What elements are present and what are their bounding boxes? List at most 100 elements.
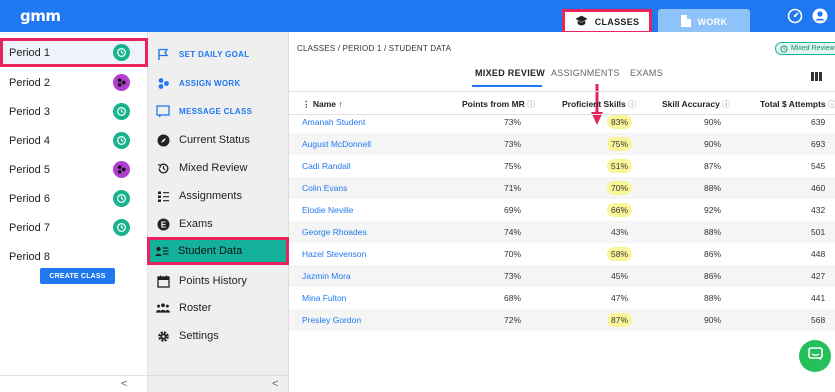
message-icon [156, 104, 170, 118]
table-row[interactable]: August McDonnell 73% 75% 90% 693 [289, 133, 835, 155]
attempts-cell: 427 [811, 271, 826, 281]
proficient-cell: 58% [607, 247, 633, 261]
menu-item-exams[interactable]: E Exams [148, 210, 289, 238]
accuracy-cell: 90% [704, 139, 722, 149]
period-item-7[interactable]: Period 7 [0, 213, 148, 242]
message-class-button[interactable]: MESSAGE CLASS [148, 97, 289, 125]
column-header-name[interactable]: ⋮ Name ↑ [302, 99, 343, 110]
app-window: gmm CLASSES WORK Period 1 Period 2 Perio… [0, 0, 835, 392]
mixed-review-badge[interactable]: Mixed Review [775, 42, 835, 55]
set-daily-goal-button[interactable]: SET DAILY GOAL [148, 40, 289, 68]
menu-item-assignments[interactable]: Assignments [148, 182, 289, 210]
assign-work-button[interactable]: ASSIGN WORK [148, 69, 289, 97]
tab-exams[interactable]: EXAMS [630, 68, 663, 78]
student-name-link[interactable]: George Rhoades [302, 227, 367, 237]
student-name-link[interactable]: Mina Fulton [302, 293, 346, 303]
menu-item-roster[interactable]: Roster [148, 294, 289, 322]
periods-footer: < [0, 375, 148, 392]
menu-item-mixed-review[interactable]: Mixed Review [148, 154, 289, 182]
period-item-2[interactable]: Period 2 [0, 68, 148, 97]
points-cell: 75% [504, 161, 522, 171]
header-accuracy-label: Skill Accuracy [662, 99, 720, 109]
period-label: Period 5 [9, 163, 50, 176]
accuracy-cell: 88% [704, 293, 722, 303]
collapse-menu-icon[interactable]: < [272, 378, 278, 390]
table-row[interactable]: Presley Gordon 72% 87% 90% 568 [289, 309, 835, 331]
table-row[interactable]: George Rhoades 74% 43% 88% 501 [289, 221, 835, 243]
table-row[interactable]: Amanah Student 73% 83% 90% 639 [289, 111, 835, 133]
period-label: Period 8 [9, 250, 50, 263]
period-label: Period 2 [9, 76, 50, 89]
accuracy-cell: 92% [704, 205, 722, 215]
points-cell: 73% [504, 271, 522, 281]
header-name-label: Name ↑ [312, 99, 343, 109]
proficient-cell: 45% [611, 271, 629, 281]
table-row[interactable]: Jazmin Mora 73% 45% 86% 427 [289, 265, 835, 287]
menu-label: Current Status [179, 134, 250, 146]
account-circle-icon[interactable] [812, 8, 828, 24]
menu-item-settings[interactable]: Settings [148, 322, 289, 350]
table-row[interactable]: Elodie Neville 69% 66% 92% 432 [289, 199, 835, 221]
people-icon [156, 301, 170, 315]
column-header-proficient[interactable]: Proficient Skills ⓘ [562, 99, 636, 110]
column-header-points[interactable]: Points from MR ⓘ [462, 99, 535, 110]
info-icon: ⓘ [628, 100, 637, 109]
menu-label: Settings [179, 330, 219, 342]
tab-classes[interactable]: CLASSES [562, 9, 652, 34]
points-cell: 68% [504, 293, 522, 303]
period-item-1[interactable]: Period 1 [0, 38, 148, 67]
info-icon: ⓘ [722, 100, 731, 109]
menu-item-student-data[interactable]: Student Data [147, 237, 289, 265]
proficient-cell: 70% [607, 181, 633, 195]
student-name-link[interactable]: Colin Evans [302, 183, 347, 193]
student-name-link[interactable]: Hazel Stevenson [302, 249, 366, 259]
header-attempts-label: Total $ Attempts [760, 99, 826, 109]
menu-item-points-history[interactable]: Points History [148, 267, 289, 295]
history-icon [113, 103, 130, 120]
chat-button[interactable] [799, 340, 831, 372]
create-class-button[interactable]: CREATE CLASS [40, 268, 115, 284]
proficient-value: 87% [607, 313, 633, 327]
table-row[interactable]: Cadi Randall 75% 51% 87% 545 [289, 155, 835, 177]
table-row[interactable]: Colin Evans 71% 70% 88% 460 [289, 177, 835, 199]
calendar-icon [156, 274, 170, 288]
columns-icon[interactable] [811, 68, 822, 86]
history-icon [113, 132, 130, 149]
student-name-link[interactable]: Jazmin Mora [302, 271, 351, 281]
history-icon [113, 219, 130, 236]
attempts-cell: 432 [811, 205, 826, 215]
student-name-link[interactable]: Amanah Student [302, 117, 365, 127]
app-logo[interactable]: gmm [20, 7, 61, 25]
column-menu-icon[interactable]: ⋮ [302, 99, 313, 109]
table-row[interactable]: Hazel Stevenson 70% 58% 86% 448 [289, 243, 835, 265]
table-row[interactable]: Mina Fulton 68% 47% 88% 441 [289, 287, 835, 309]
points-cell: 69% [504, 205, 522, 215]
column-header-accuracy[interactable]: Skill Accuracy ⓘ [662, 99, 730, 110]
proficient-cell: 66% [607, 203, 633, 217]
period-item-3[interactable]: Period 3 [0, 97, 148, 126]
student-name-link[interactable]: Elodie Neville [302, 205, 354, 215]
period-item-6[interactable]: Period 6 [0, 184, 148, 213]
menu-item-current-status[interactable]: Current Status [148, 126, 289, 154]
proficient-cell: 87% [607, 313, 633, 327]
student-name-link[interactable]: Presley Gordon [302, 315, 361, 325]
collapse-periods-icon[interactable]: < [121, 378, 127, 390]
proficient-value: 66% [607, 203, 633, 217]
period-item-8[interactable]: Period 8 [0, 242, 148, 271]
points-cell: 73% [504, 117, 522, 127]
class-menu: SET DAILY GOAL ASSIGN WORK MESSAGE CLASS… [147, 32, 289, 392]
student-name-link[interactable]: August McDonnell [302, 139, 371, 149]
tab-mixed-review[interactable]: MIXED REVIEW [475, 68, 545, 78]
tab-work[interactable]: WORK [658, 9, 750, 34]
tab-assignments[interactable]: ASSIGNMENTS [551, 68, 620, 78]
column-header-attempts[interactable]: Total $ Attempts ⓘ [760, 99, 835, 110]
student-name-link[interactable]: Cadi Randall [302, 161, 351, 171]
period-label: Period 7 [9, 221, 50, 234]
period-item-5[interactable]: Period 5 [0, 155, 148, 184]
accuracy-cell: 90% [704, 117, 722, 127]
period-label: Period 1 [9, 46, 50, 59]
period-label: Period 6 [9, 192, 50, 205]
speedometer-icon[interactable] [787, 8, 803, 24]
accuracy-cell: 87% [704, 161, 722, 171]
period-item-4[interactable]: Period 4 [0, 126, 148, 155]
